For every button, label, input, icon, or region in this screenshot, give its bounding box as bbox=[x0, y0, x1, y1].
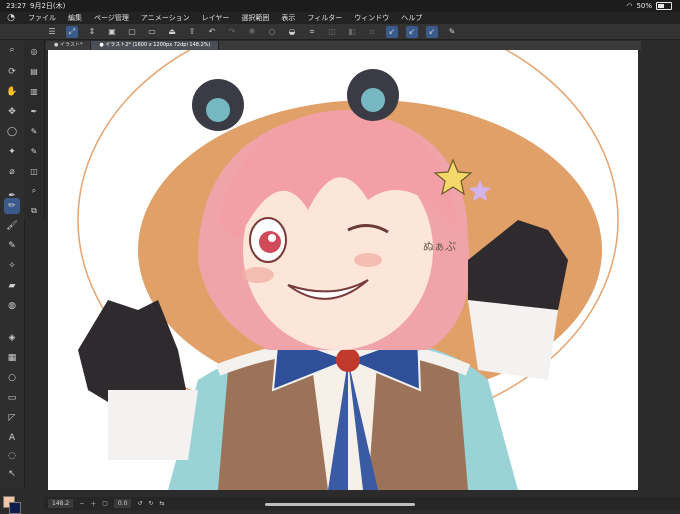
decoration-tool-icon[interactable]: ✧ bbox=[4, 258, 20, 274]
status-date: 9月2日(木) bbox=[30, 2, 66, 10]
right-panel bbox=[642, 40, 680, 488]
export-icon[interactable]: ⇪ bbox=[186, 26, 198, 38]
menu-selection[interactable]: 選択範囲 bbox=[235, 13, 275, 23]
lasso-tool-icon[interactable]: ◯ bbox=[4, 124, 20, 140]
frame-tool-icon[interactable]: ▭ bbox=[4, 390, 20, 406]
cuff-right bbox=[468, 300, 558, 380]
zoom-in-icon[interactable]: ＋ bbox=[90, 499, 96, 508]
brush-tool-icon[interactable]: 🖌 bbox=[4, 218, 20, 234]
menu-edit[interactable]: 編集 bbox=[62, 13, 88, 23]
move-tool-icon[interactable]: ✥ bbox=[4, 104, 20, 120]
subtool-navigator-icon[interactable]: ▥ bbox=[27, 84, 41, 98]
gradient-tool-icon[interactable]: ▦ bbox=[4, 350, 20, 366]
hand-tool-icon[interactable]: ✋ bbox=[4, 84, 20, 100]
rotate-left-icon[interactable]: ↺ bbox=[137, 500, 142, 507]
menu-window[interactable]: ウィンドウ bbox=[348, 13, 395, 23]
fit-view-icon[interactable]: ▣ bbox=[106, 26, 118, 38]
eyedropper-icon[interactable]: ⌀ bbox=[4, 164, 20, 180]
settings-wheel-icon[interactable]: ✺ bbox=[246, 26, 258, 38]
eraser-tool-icon[interactable]: ▰ bbox=[4, 278, 20, 294]
figure-tool-icon[interactable]: ○ bbox=[4, 370, 20, 386]
subtool-palette: ◎ ▤ ▥ ✒ ✎ ✎ ◫ ⌕ ⧉ bbox=[24, 40, 45, 220]
flip-icon[interactable]: ⇆ bbox=[160, 500, 165, 507]
text-tool-icon[interactable]: A bbox=[4, 430, 20, 446]
hamburger-menu-icon[interactable]: ☰ bbox=[46, 26, 58, 38]
home-indicator bbox=[265, 503, 415, 506]
subtool-search-icon[interactable]: ⌕ bbox=[27, 184, 41, 198]
redo-icon[interactable]: ↷ bbox=[226, 26, 238, 38]
ruler-icon[interactable]: ◫ bbox=[326, 26, 338, 38]
wifi-icon: ◠ bbox=[626, 2, 633, 10]
cuff-left bbox=[108, 390, 198, 460]
fill-tool-icon[interactable]: ◈ bbox=[4, 330, 20, 346]
subtool-brush-c-icon[interactable]: ✎ bbox=[27, 144, 41, 158]
zoom-out-icon[interactable]: − bbox=[79, 500, 84, 507]
square-select-icon[interactable]: ▫ bbox=[366, 26, 378, 38]
fill-icon[interactable]: ◒ bbox=[286, 26, 298, 38]
menu-view[interactable]: 表示 bbox=[275, 13, 301, 23]
pen-pressure-icon[interactable]: ↙ bbox=[426, 25, 438, 38]
subtool-layer-icon[interactable]: ▤ bbox=[27, 64, 41, 78]
drawing-canvas[interactable]: ぬぁぷ bbox=[48, 50, 638, 490]
angle-field[interactable]: 0.0 bbox=[113, 499, 132, 508]
menu-help[interactable]: ヘルプ bbox=[395, 13, 428, 23]
menu-layer[interactable]: レイヤー bbox=[196, 13, 236, 23]
open-folder-icon[interactable]: ▭ bbox=[146, 26, 158, 38]
ios-status-bar: 23:27 9月2日(木) ◠ 50% bbox=[0, 0, 680, 12]
undo-icon[interactable]: ↶ bbox=[206, 26, 218, 38]
edit-icon[interactable]: ✎ bbox=[446, 26, 458, 38]
tool-palette: ⌕ ⟳ ✋ ✥ ◯ ✦ ⌀ ✒ ✏ 🖌 ✎ ✧ ▰ ◍ ◈ ▦ ○ ▭ ◸ A … bbox=[0, 40, 25, 514]
fit-icon[interactable]: ▢ bbox=[102, 500, 108, 507]
background-color-swatch[interactable] bbox=[9, 502, 21, 514]
menu-page[interactable]: ページ管理 bbox=[88, 13, 135, 23]
selection-icon[interactable]: ◧ bbox=[346, 26, 358, 38]
pen-correction-icon[interactable]: ↙ bbox=[386, 25, 398, 38]
menu-bar: ◔ ファイル 編集 ページ管理 アニメーション レイヤー 選択範囲 表示 フィル… bbox=[0, 12, 680, 24]
command-bar: ☰ ⤢ ⇕ ▣ ▢ ▭ ⏏ ⇪ ↶ ↷ ✺ ◌ ◒ ⌗ ◫ ◧ ▫ ↙ ↙ ↙ … bbox=[0, 24, 680, 40]
bow-gem bbox=[336, 348, 360, 372]
subtool-brush-b-icon[interactable]: ✎ bbox=[27, 124, 41, 138]
save-icon[interactable]: ⏏ bbox=[166, 26, 178, 38]
ruler-tool-icon[interactable]: ◸ bbox=[4, 410, 20, 426]
airbrush-tool-icon[interactable]: ✎ bbox=[4, 238, 20, 254]
rotate-right-icon[interactable]: ↻ bbox=[148, 500, 153, 507]
subtool-settings-icon[interactable]: ◎ bbox=[27, 44, 41, 58]
zoom-field[interactable]: 148.2 bbox=[48, 499, 74, 508]
crop-icon[interactable]: ⌗ bbox=[306, 26, 318, 38]
status-time: 23:27 bbox=[6, 2, 27, 10]
magic-wand-icon[interactable]: ✦ bbox=[4, 144, 20, 160]
new-document-icon[interactable]: ▢ bbox=[126, 26, 138, 38]
subtool-stack-icon[interactable]: ⧉ bbox=[27, 204, 41, 218]
app-logo-icon[interactable]: ◔ bbox=[0, 13, 22, 23]
balloon-tool-icon[interactable]: ◌ bbox=[4, 448, 20, 464]
blend-tool-icon[interactable]: ◍ bbox=[4, 298, 20, 314]
clear-icon[interactable]: ◌ bbox=[266, 26, 278, 38]
correction-tool-icon[interactable]: ↖ bbox=[4, 466, 20, 482]
rotate-tool-icon[interactable]: ⟳ bbox=[4, 64, 20, 80]
artist-signature: ぬぁぷ bbox=[423, 240, 456, 253]
zoom-tool-icon[interactable]: ⌕ bbox=[4, 42, 20, 58]
pencil-tool-icon[interactable]: ✏ bbox=[4, 198, 20, 214]
document-tabs: ● イラスト* ● イラスト2* (1600 x 1200px 72dpi 14… bbox=[46, 41, 641, 50]
subtool-material-icon[interactable]: ◫ bbox=[27, 164, 41, 178]
menu-filter[interactable]: フィルター bbox=[301, 13, 348, 23]
subtool-brush-a-icon[interactable]: ✒ bbox=[27, 104, 41, 118]
illustration: ぬぁぷ bbox=[77, 50, 619, 490]
updown-icon[interactable]: ⇕ bbox=[86, 26, 98, 38]
transform-icon[interactable]: ⤢ bbox=[66, 25, 78, 38]
pen-stabilizer-icon[interactable]: ↙ bbox=[406, 25, 418, 38]
tab-illust-1[interactable]: ● イラスト* bbox=[46, 41, 92, 50]
battery-icon bbox=[656, 2, 672, 10]
menu-file[interactable]: ファイル bbox=[22, 13, 62, 23]
battery-percent: 50% bbox=[636, 2, 652, 10]
menu-animation[interactable]: アニメーション bbox=[135, 13, 196, 23]
tab-illust-2[interactable]: ● イラスト2* (1600 x 1200px 72dpi 148.2%) bbox=[91, 41, 220, 50]
